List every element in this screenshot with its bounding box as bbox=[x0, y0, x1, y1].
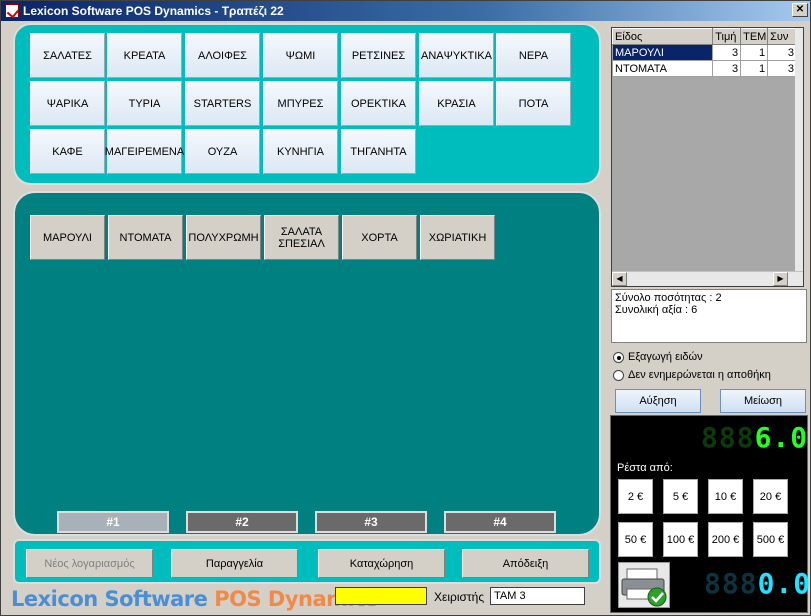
cell-qty: 1 bbox=[740, 44, 769, 61]
new-account-button[interactable]: Νέος λογαριασμός bbox=[26, 549, 153, 578]
item-button[interactable]: ΧΟΡΤΑ bbox=[342, 215, 417, 260]
app-icon bbox=[5, 4, 19, 18]
category-button[interactable]: ΟΥΖΑ bbox=[185, 129, 260, 174]
item-panel: ΜΑΡΟΥΛΙ ΝΤΟΜΑΤΑ ΠΟΛΥΧΡΩΜΗ ΣΑΛΑΤΑ ΣΠΕΣΙΑΛ ΧΟΡ… bbox=[13, 191, 601, 536]
denomination-button[interactable]: 500 € bbox=[753, 522, 788, 557]
category-button[interactable]: ΚΡΑΣΙΑ bbox=[419, 81, 494, 126]
category-button[interactable]: ΝΕΡΑ bbox=[496, 33, 571, 78]
category-button[interactable]: ΜΑΓΕΙΡΕΜΕΝΑ bbox=[105, 129, 184, 174]
radio-empty-icon bbox=[613, 369, 624, 381]
item-button[interactable]: ΣΑΛΑΤΑ ΣΠΕΣΙΑΛ bbox=[264, 215, 339, 260]
pos-window: Lexicon Software POS Dynamics - Τραπέζι … bbox=[0, 0, 811, 616]
page-tab[interactable]: #1 bbox=[57, 511, 169, 533]
col-header-price[interactable]: Τιμή bbox=[712, 28, 742, 45]
category-button[interactable]: ΟΡΕΚΤΙΚΑ bbox=[341, 81, 416, 126]
total-display: 8886.0 bbox=[701, 421, 809, 454]
col-header-qty[interactable]: ΤΕΜ bbox=[740, 28, 769, 45]
cell-total: 3 bbox=[767, 60, 797, 77]
category-button[interactable]: ΨΩΜΙ bbox=[263, 33, 338, 78]
status-indicator bbox=[335, 587, 427, 605]
operator-field[interactable]: ΤΑΜ 3 bbox=[490, 587, 585, 605]
change-label: Ρέστα από: bbox=[617, 462, 673, 474]
page-tab[interactable]: #2 bbox=[186, 511, 298, 533]
category-button[interactable]: ΠΟΤΑ bbox=[496, 81, 571, 126]
category-button[interactable]: ΑΝΑΨΥΚΤΙΚΑ bbox=[419, 33, 494, 78]
category-button[interactable]: ΤΥΡΙΑ bbox=[107, 81, 182, 126]
denomination-button[interactable]: 10 € bbox=[708, 479, 743, 514]
total-value: Συνολική αξία : 6 bbox=[615, 304, 698, 316]
decrease-button[interactable]: Μείωση bbox=[720, 389, 806, 413]
cell-qty: 1 bbox=[740, 60, 769, 77]
category-button[interactable]: ΚΑΦΕ bbox=[30, 129, 105, 174]
scroll-right-icon[interactable]: ▶ bbox=[773, 272, 788, 286]
scroll-left-icon[interactable]: ◀ bbox=[612, 272, 627, 286]
operator-label: Χειριστής bbox=[434, 590, 485, 604]
denomination-button[interactable]: 200 € bbox=[708, 522, 743, 557]
category-button[interactable]: ΤΗΓΑΝΗΤΑ bbox=[341, 129, 416, 174]
order-grid[interactable]: Είδος Τιμή ΤΕΜ Συν ΜΑΡΟΥΛΙ 3 1 3 ΝΤΟΜΑΤΑ… bbox=[611, 27, 804, 287]
register-button[interactable]: Καταχώρηση bbox=[318, 549, 445, 578]
order-button[interactable]: Παραγγελία bbox=[171, 549, 298, 578]
item-button[interactable]: ΠΟΛΥΧΡΩΜΗ bbox=[186, 215, 261, 260]
brand-logo: Lexicon Software POS Dynamics bbox=[11, 587, 379, 611]
table-row[interactable]: ΝΤΟΜΑΤΑ 3 1 3 bbox=[611, 60, 797, 77]
category-button[interactable]: ΨΑΡΙΚΑ bbox=[30, 81, 105, 126]
cell-price: 3 bbox=[712, 60, 742, 77]
cell-total: 3 bbox=[767, 44, 797, 61]
table-row[interactable]: ΜΑΡΟΥΛΙ 3 1 3 bbox=[611, 44, 797, 61]
close-button[interactable]: ✕ bbox=[792, 3, 808, 17]
category-panel: ΣΑΛΑΤΕΣ ΚΡΕΑΤΑ ΑΛΟΙΦΕΣ ΨΩΜΙ ΡΕΤΣΙΝΕΣ ΑΝΑΨΥΚΤΙ… bbox=[13, 23, 601, 185]
page-tab[interactable]: #4 bbox=[444, 511, 556, 533]
total-quantity: Σύνολο ποσότητας : 2 bbox=[615, 292, 722, 304]
cell-item: ΜΑΡΟΥΛΙ bbox=[611, 44, 714, 61]
page-tab[interactable]: #3 bbox=[315, 511, 427, 533]
title-bar: Lexicon Software POS Dynamics - Τραπέζι … bbox=[1, 1, 810, 21]
radio-export-items[interactable]: Εξαγωγή ειδών bbox=[613, 351, 703, 363]
cell-item: ΝΤΟΜΑΤΑ bbox=[611, 60, 714, 77]
col-header-item[interactable]: Είδος bbox=[611, 28, 714, 45]
col-header-total[interactable]: Συν bbox=[767, 28, 797, 45]
denomination-button[interactable]: 2 € bbox=[618, 479, 653, 514]
receipt-button[interactable]: Απόδειξη bbox=[462, 549, 589, 578]
window-title: Lexicon Software POS Dynamics - Τραπέζι … bbox=[23, 4, 284, 18]
item-button[interactable]: ΜΑΡΟΥΛΙ bbox=[30, 215, 105, 260]
category-button[interactable]: ΚΥΝΗΓΙΑ bbox=[263, 129, 338, 174]
denomination-button[interactable]: 5 € bbox=[663, 479, 698, 514]
increase-button[interactable]: Αύξηση bbox=[615, 389, 701, 413]
vertical-scrollbar[interactable] bbox=[795, 28, 803, 272]
action-panel: Νέος λογαριασμός Παραγγελία Καταχώρηση Α… bbox=[13, 539, 601, 584]
radio-selected-icon bbox=[613, 351, 624, 363]
radio-no-stock-update[interactable]: Δεν ενημερώνεται η αποθήκη bbox=[613, 369, 771, 381]
category-button[interactable]: ΣΑΛΑΤΕΣ bbox=[30, 33, 105, 78]
item-button[interactable]: ΝΤΟΜΑΤΑ bbox=[108, 215, 183, 260]
cell-price: 3 bbox=[712, 44, 742, 61]
order-summary: Σύνολο ποσότητας : 2 Συνολική αξία : 6 bbox=[611, 289, 807, 343]
category-button[interactable]: ΡΕΤΣΙΝΕΣ bbox=[341, 33, 416, 78]
change-display: 8880.0 bbox=[704, 567, 811, 600]
denomination-button[interactable]: 50 € bbox=[618, 522, 653, 557]
item-button[interactable]: ΧΩΡΙΑΤΙΚΗ bbox=[420, 215, 495, 260]
category-button[interactable]: ΑΛΟΙΦΕΣ bbox=[185, 33, 260, 78]
printer-icon[interactable] bbox=[618, 562, 670, 608]
denomination-button[interactable]: 100 € bbox=[663, 522, 698, 557]
denomination-button[interactable]: 20 € bbox=[753, 479, 788, 514]
category-button[interactable]: ΜΠΥΡΕΣ bbox=[263, 81, 338, 126]
horizontal-scrollbar[interactable]: ◀ ▶ bbox=[612, 271, 803, 286]
category-button[interactable]: ΚΡΕΑΤΑ bbox=[107, 33, 182, 78]
category-button[interactable]: STARTERS bbox=[185, 81, 260, 126]
